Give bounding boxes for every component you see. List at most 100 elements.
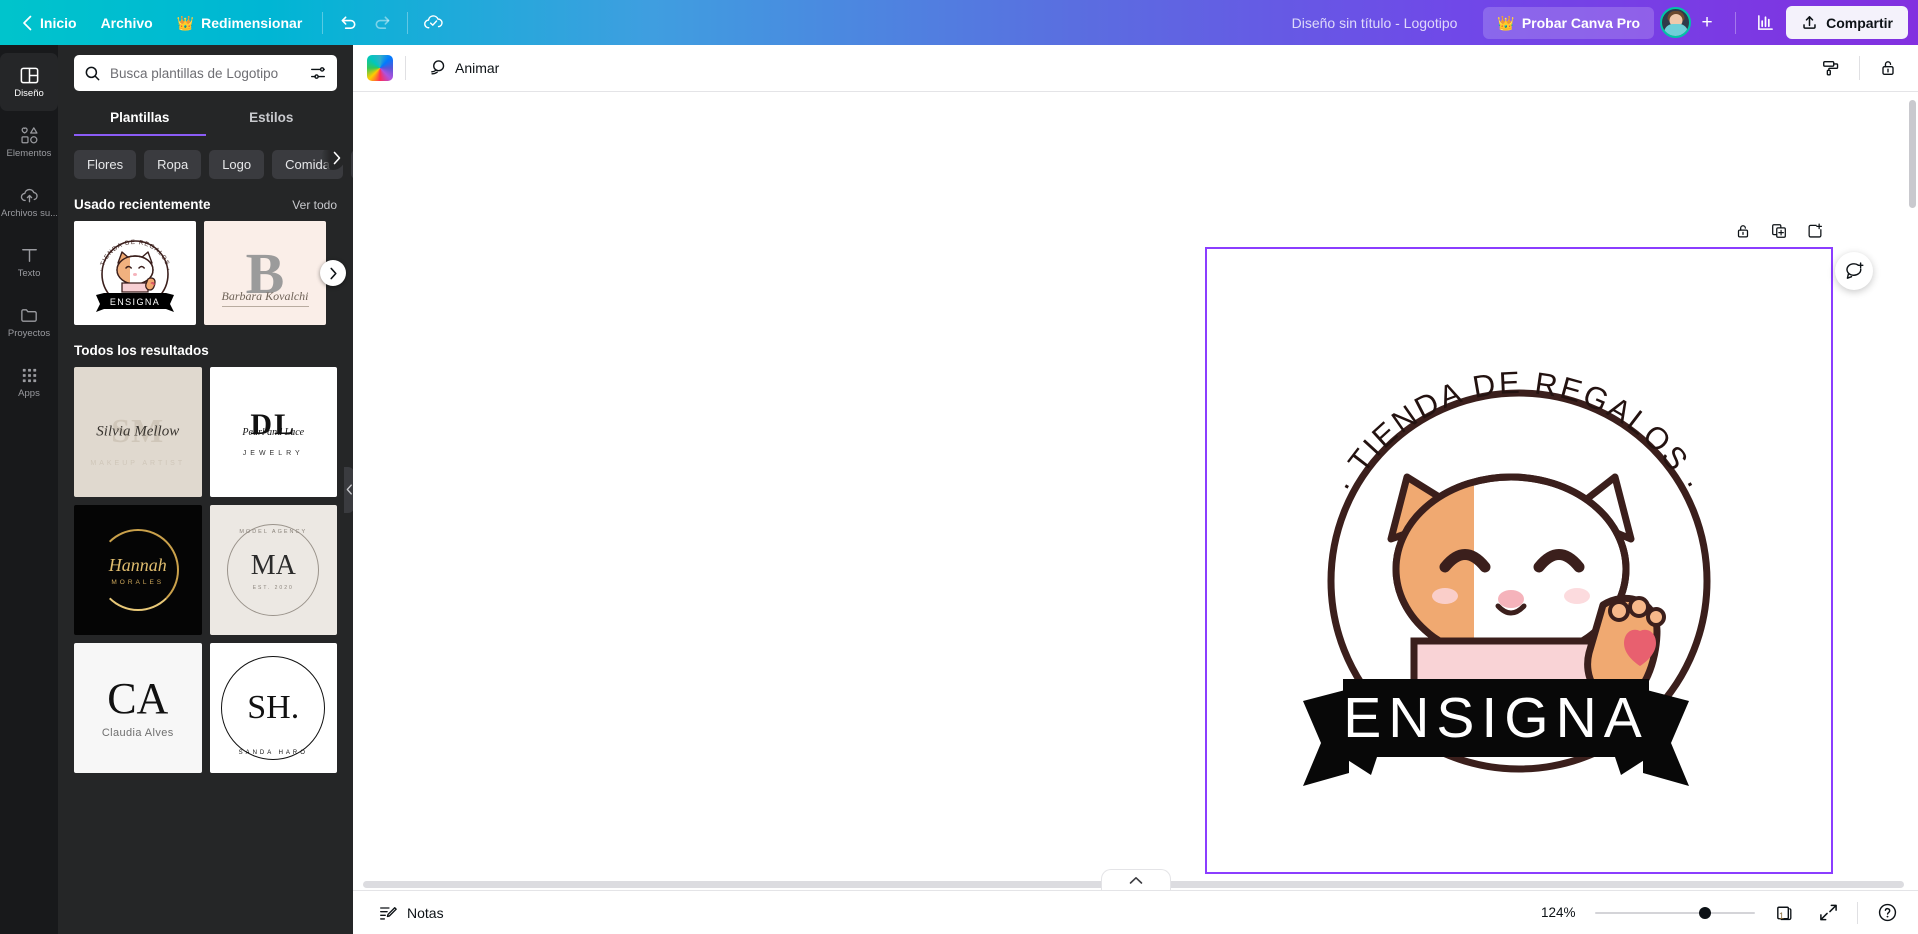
zoom-slider-knob[interactable] — [1699, 906, 1711, 919]
thumb-top-text: MODEL AGENCY — [239, 529, 308, 535]
result-template-claudia-alves[interactable]: CA Claudia Alves — [74, 643, 202, 773]
chips-next-button[interactable] — [321, 145, 345, 170]
chip-logo[interactable]: Logo — [209, 150, 265, 179]
sidebar-item-apps[interactable]: Apps — [0, 353, 58, 411]
notes-button[interactable]: Notas — [369, 897, 453, 929]
result-template-sanda-haro[interactable]: SH. SANDA HARO — [209, 643, 337, 773]
add-collaborator-button[interactable]: + — [1693, 9, 1721, 37]
divider — [405, 56, 406, 80]
bar-chart-icon — [1757, 15, 1773, 30]
filter-sliders-icon[interactable] — [309, 64, 327, 82]
canvas-vertical-scrollbar[interactable] — [1909, 100, 1916, 882]
add-page-button[interactable] — [1805, 221, 1825, 241]
animate-button[interactable]: Animar — [418, 52, 508, 84]
scrollbar-thumb[interactable] — [1909, 100, 1916, 208]
design-page[interactable]: · TIENDA DE REGALOS · ENSIGNA — [1205, 247, 1833, 874]
chevron-left-icon — [346, 484, 352, 495]
resize-button[interactable]: 👑 Redimensionar — [165, 8, 315, 38]
avatar[interactable] — [1660, 7, 1692, 38]
thumb-cat-logo: · TIENDA DE REGALOS · ENSIGNA — [74, 221, 196, 325]
try-canva-pro-button[interactable]: 👑 Probar Canva Pro — [1483, 6, 1655, 39]
tab-plantillas[interactable]: Plantillas — [74, 103, 206, 136]
recent-template-cat-logo[interactable]: · TIENDA DE REGALOS · ENSIGNA — [74, 221, 196, 325]
sync-status-button[interactable] — [416, 6, 450, 40]
home-label: Inicio — [40, 14, 77, 31]
search-box[interactable] — [74, 55, 337, 91]
results-grid: SM Silvia Mellow MAKEUP ARTIST DL Pearl … — [74, 367, 337, 773]
share-label: Compartir — [1826, 14, 1893, 31]
redo-icon — [375, 16, 390, 30]
insights-button[interactable] — [1748, 6, 1782, 40]
sidebar-item-elementos[interactable]: Elementos — [0, 113, 58, 171]
document-title[interactable]: Diseño sin título - Logotipo — [1280, 8, 1470, 38]
divider — [1857, 901, 1858, 924]
chevron-up-icon — [1129, 877, 1142, 884]
copy-style-button[interactable] — [1815, 52, 1847, 84]
top-bar-left: Inicio Archivo 👑 Redimensionar — [10, 6, 450, 40]
result-template-pearl-and-lace[interactable]: DL Pearl and Lace JEWELRY — [209, 367, 337, 497]
tab-estilos[interactable]: Estilos — [206, 103, 338, 136]
chevron-left-icon — [23, 15, 32, 30]
search-icon — [85, 66, 100, 80]
share-button[interactable]: Compartir — [1786, 6, 1908, 39]
file-menu-button[interactable]: Archivo — [89, 8, 165, 38]
fullscreen-button[interactable] — [1813, 898, 1843, 928]
chip-ropa[interactable]: Ropa — [144, 150, 202, 179]
canva-editor: Inicio Archivo 👑 Redimensionar Diseño si… — [0, 0, 1918, 934]
avatar-body — [1663, 24, 1688, 36]
grid-apps-icon — [22, 369, 36, 383]
recent-next-button[interactable] — [320, 260, 346, 286]
chevron-right-icon — [329, 267, 337, 279]
add-comment-button[interactable] — [1835, 252, 1873, 290]
panel-collapse-handle[interactable] — [344, 466, 353, 513]
thumb-circle: SH. SANDA HARO — [221, 656, 326, 760]
pages-view-button[interactable]: 1 — [1769, 898, 1799, 928]
search-input[interactable] — [110, 65, 300, 81]
sidebar-item-label: Archivos su... — [1, 209, 57, 219]
top-bar: Inicio Archivo 👑 Redimensionar Diseño si… — [0, 0, 1918, 45]
redo-button[interactable] — [365, 6, 399, 40]
duplicate-page-button[interactable] — [1769, 221, 1789, 241]
recent-see-all-link[interactable]: Ver todo — [292, 198, 337, 212]
category-chips: Flores Ropa Logo Comida Uñas — [58, 136, 353, 179]
result-template-model-agency[interactable]: MODEL AGENCY MA EST. 2020 — [209, 505, 337, 635]
pro-label: Probar Canva Pro — [1521, 14, 1641, 31]
chip-flores[interactable]: Flores — [74, 150, 137, 179]
zoom-slider[interactable] — [1595, 905, 1755, 921]
thumb-monogram: CA — [107, 674, 169, 723]
rainbow-color-swatch[interactable] — [367, 55, 393, 81]
folder-icon — [20, 309, 37, 323]
thumb-monogram: SH. — [247, 689, 300, 726]
cat-logo-thumb-art: · TIENDA DE REGALOS · ENSIGNA — [96, 239, 174, 312]
lock-button[interactable] — [1872, 52, 1904, 84]
status-bar: Notas 124% 1 — [353, 890, 1918, 934]
recent-section-header: Usado recientemente Ver todo — [74, 197, 337, 212]
status-bar-right: 124% 1 — [1541, 898, 1902, 928]
paint-roller-icon — [1823, 60, 1839, 76]
thumb-barbara-kovalchi: B Barbara Kovalchi — [204, 221, 326, 325]
sidebar-item-diseno[interactable]: Diseño — [0, 53, 58, 111]
sidebar-item-texto[interactable]: Texto — [0, 233, 58, 291]
result-template-silvia-mellow[interactable]: SM Silvia Mellow MAKEUP ARTIST — [74, 367, 202, 497]
thumb-script: Pearl and Lace — [242, 426, 305, 438]
recent-title: Usado recientemente — [74, 197, 211, 212]
top-bar-right: Diseño sin título - Logotipo 👑 Probar Ca… — [1280, 6, 1908, 40]
canvas-area[interactable]: · TIENDA DE REGALOS · ENSIGNA — [353, 92, 1918, 890]
logo-design: · TIENDA DE REGALOS · ENSIGNA — [1207, 249, 1831, 872]
thumb-claudia-alves: CA Claudia Alves — [74, 643, 202, 773]
undo-button[interactable] — [331, 6, 365, 40]
thumb-monogram: MA — [250, 549, 296, 581]
text-icon — [21, 249, 37, 263]
sidebar-item-archivos-subidos[interactable]: Archivos su... — [0, 173, 58, 231]
sidebar-item-proyectos[interactable]: Proyectos — [0, 293, 58, 351]
home-button[interactable]: Inicio — [10, 8, 89, 38]
recent-template-barbara-kovalchi[interactable]: B Barbara Kovalchi — [204, 221, 326, 325]
thumb-hannah-morales: Hannah MORALES — [74, 505, 202, 635]
expand-icon — [1819, 904, 1837, 921]
thumb-subtitle: MAKEUP ARTIST — [90, 460, 186, 467]
collapse-panel-button[interactable] — [1100, 869, 1171, 890]
thumb-ring: Hannah MORALES — [96, 529, 179, 611]
lock-page-button[interactable] — [1733, 221, 1753, 241]
result-template-hannah-morales[interactable]: Hannah MORALES — [74, 505, 202, 635]
help-button[interactable] — [1872, 898, 1902, 928]
